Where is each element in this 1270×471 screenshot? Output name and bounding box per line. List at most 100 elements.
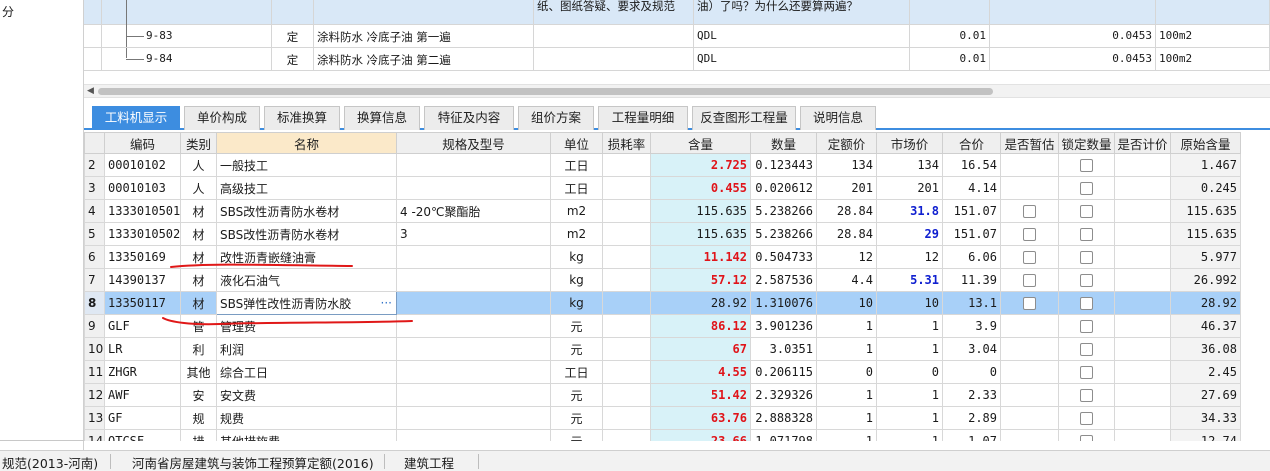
unit-cell[interactable]: m2: [550, 222, 603, 246]
content-cell[interactable]: 2.725: [650, 153, 751, 177]
tab-reverse-graphic-quantity[interactable]: 反查图形工程量: [692, 106, 796, 130]
col-header-quantity[interactable]: 数量: [750, 132, 817, 154]
content-cell[interactable]: 11.142: [650, 245, 751, 269]
unit-cell[interactable]: kg: [550, 291, 603, 315]
market-price-cell[interactable]: 31.8: [876, 199, 943, 223]
content-cell[interactable]: 115.635: [650, 199, 751, 223]
tab-conversion-info[interactable]: 换算信息: [344, 106, 420, 130]
category-cell[interactable]: 安: [180, 383, 217, 407]
loss-rate-cell[interactable]: [602, 383, 651, 407]
table-row[interactable]: 12 AWF 安安文费元 51.42 2.329326 1 1 2.33 27.69: [84, 383, 1241, 407]
col-header-original-content[interactable]: 原始含量: [1170, 132, 1241, 154]
market-price-cell[interactable]: 1: [876, 406, 943, 430]
spec-cell[interactable]: [396, 429, 551, 441]
loss-rate-cell[interactable]: [602, 291, 651, 315]
market-price-cell[interactable]: 1: [876, 314, 943, 338]
category-cell[interactable]: 措: [180, 429, 217, 441]
table-row[interactable]: 13 GF 规规费元 63.76 2.888328 1 1 2.89 34.33: [84, 406, 1241, 430]
market-price-cell[interactable]: 201: [876, 176, 943, 200]
market-price-cell[interactable]: 12: [876, 245, 943, 269]
lock-quantity-checkbox[interactable]: [1080, 412, 1093, 425]
col-header-priced[interactable]: 是否计价: [1114, 132, 1171, 154]
spec-cell[interactable]: [396, 406, 551, 430]
spec-cell[interactable]: [396, 360, 551, 384]
unit-cell[interactable]: 工日: [550, 153, 603, 177]
spec-cell[interactable]: [396, 314, 551, 338]
item-grid-row[interactable]: 9-84 定 涂料防水 冷底子油 第二遍 QDL 0.01 0.0453 100…: [84, 48, 1270, 71]
tab-description[interactable]: 说明信息: [800, 106, 876, 130]
col-header-spec[interactable]: 规格及型号: [396, 132, 551, 154]
name-cell[interactable]: 利润: [216, 337, 397, 361]
spec-cell[interactable]: [396, 337, 551, 361]
market-price-cell[interactable]: 10: [876, 291, 943, 315]
lock-quantity-checkbox[interactable]: [1080, 228, 1093, 241]
unit-cell[interactable]: 工日: [550, 360, 603, 384]
category-cell[interactable]: 利: [180, 337, 217, 361]
market-price-cell[interactable]: 134: [876, 153, 943, 177]
category-cell[interactable]: 其他: [180, 360, 217, 384]
name-cell[interactable]: 其他措施费: [216, 429, 397, 441]
unit-cell[interactable]: 元: [550, 406, 603, 430]
col-header-code[interactable]: 编码: [104, 132, 181, 154]
lock-quantity-checkbox[interactable]: [1080, 435, 1093, 441]
col-header-provisional[interactable]: 是否暂估: [1000, 132, 1059, 154]
spec-cell[interactable]: [396, 383, 551, 407]
table-row[interactable]: 9 GLF 管管理费元 86.12 3.901236 1 1 3.9 46.37: [84, 314, 1241, 338]
lock-quantity-checkbox[interactable]: [1080, 159, 1093, 172]
lock-quantity-checkbox[interactable]: [1080, 389, 1093, 402]
lock-quantity-checkbox[interactable]: [1080, 297, 1093, 310]
name-cell[interactable]: 高级技工: [216, 176, 397, 200]
lock-quantity-checkbox[interactable]: [1080, 205, 1093, 218]
loss-rate-cell[interactable]: [602, 268, 651, 292]
spec-cell[interactable]: 4 -20℃聚酯胎: [396, 199, 551, 223]
name-cell[interactable]: 改性沥青嵌缝油膏: [216, 245, 397, 269]
table-row[interactable]: 8 13350117 材 SBS弹性改性沥青防水胶 ··· kg 28.92 1.310076…: [84, 291, 1241, 315]
col-header-lock-quantity[interactable]: 锁定数量: [1058, 132, 1115, 154]
table-row[interactable]: 7 14390137 材液化石油气 kg 57.12 2.587536 4.4 5.31 11.…: [84, 268, 1241, 292]
lock-quantity-checkbox[interactable]: [1080, 320, 1093, 333]
code-cell[interactable]: 1333010501: [104, 199, 181, 223]
content-cell[interactable]: 86.12: [650, 314, 751, 338]
lock-quantity-checkbox[interactable]: [1080, 251, 1093, 264]
loss-rate-cell[interactable]: [602, 314, 651, 338]
spec-cell[interactable]: [396, 153, 551, 177]
loss-rate-cell[interactable]: [602, 176, 651, 200]
lock-quantity-checkbox[interactable]: [1080, 366, 1093, 379]
col-header-content[interactable]: 含量: [650, 132, 751, 154]
content-cell[interactable]: 57.12: [650, 268, 751, 292]
loss-rate-cell[interactable]: [602, 337, 651, 361]
provisional-checkbox[interactable]: [1023, 274, 1036, 287]
table-row[interactable]: 6 13350169 材改性沥青嵌缝油膏 kg 11.142 0.504733 12 12 6.…: [84, 245, 1241, 269]
category-cell[interactable]: 规: [180, 406, 217, 430]
content-cell[interactable]: 51.42: [650, 383, 751, 407]
category-cell[interactable]: 管: [180, 314, 217, 338]
code-cell[interactable]: GLF: [104, 314, 181, 338]
item-grid-row-selected[interactable]: 2.其它说明:详见相关设计图纸、图纸答疑、要求及规范 里把SBS弹性改性沥青防水…: [84, 0, 1270, 25]
loss-rate-cell[interactable]: [602, 406, 651, 430]
content-cell[interactable]: 28.92: [650, 291, 751, 315]
loss-rate-cell[interactable]: [602, 222, 651, 246]
tab-standard-conversion[interactable]: 标准换算: [264, 106, 340, 130]
item-grid-row[interactable]: 9-83 定 涂料防水 冷底子油 第一遍 QDL 0.01 0.0453 100…: [84, 25, 1270, 48]
code-cell[interactable]: AWF: [104, 383, 181, 407]
unit-cell[interactable]: kg: [550, 245, 603, 269]
name-cell[interactable]: 液化石油气: [216, 268, 397, 292]
name-cell[interactable]: 综合工日: [216, 360, 397, 384]
market-price-cell[interactable]: 0: [876, 360, 943, 384]
name-cell[interactable]: 一般技工: [216, 153, 397, 177]
code-cell[interactable]: 13350169: [104, 245, 181, 269]
market-price-cell[interactable]: 29: [876, 222, 943, 246]
col-header-market-price[interactable]: 市场价: [876, 132, 943, 154]
ellipsis-button[interactable]: ···: [381, 296, 392, 310]
market-price-cell[interactable]: 1: [876, 383, 943, 407]
unit-cell[interactable]: 工日: [550, 176, 603, 200]
category-cell[interactable]: 材: [180, 268, 217, 292]
unit-cell[interactable]: 元: [550, 337, 603, 361]
category-cell[interactable]: 材: [180, 291, 217, 315]
provisional-checkbox[interactable]: [1023, 228, 1036, 241]
tab-quantity-details[interactable]: 工程量明细: [598, 106, 688, 130]
name-cell[interactable]: 规费: [216, 406, 397, 430]
tab-features-content[interactable]: 特征及内容: [424, 106, 514, 130]
tab-unit-price-composition[interactable]: 单价构成: [184, 106, 260, 130]
unit-cell[interactable]: 元: [550, 314, 603, 338]
